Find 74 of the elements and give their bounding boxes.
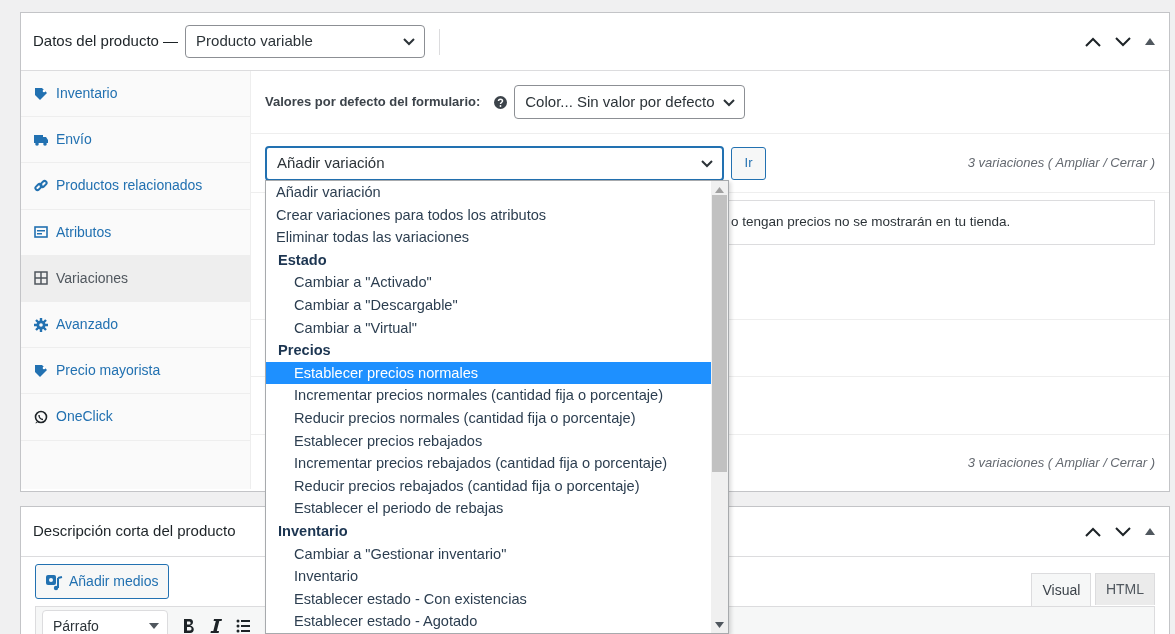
- sidebar-tab[interactable]: Avanzado: [21, 301, 250, 349]
- chevron-down-icon: [700, 158, 714, 168]
- expand-link[interactable]: Ampliar: [1055, 453, 1100, 473]
- editor-tab[interactable]: HTML: [1094, 573, 1155, 605]
- option-group-label: Estado: [277, 250, 328, 270]
- sidebar-tab[interactable]: Precio mayorista: [21, 348, 250, 395]
- link-text: ): [1150, 154, 1155, 173]
- chat-bubble-icon: [34, 409, 48, 424]
- variation-count: 3 variaciones: [967, 154, 1045, 173]
- link-text: /: [1103, 154, 1107, 173]
- dropdown-option[interactable]: Reducir precios normales (cantidad fija o porcentaje): [266, 406, 711, 430]
- dropdown-option[interactable]: Crear variaciones para todos los atributos: [266, 203, 711, 227]
- expand-link[interactable]: Ampliar: [1055, 153, 1100, 173]
- dropdown-option[interactable]: Cambiar a "Activado": [266, 271, 711, 294]
- dropdown-option[interactable]: Inventario: [266, 565, 711, 588]
- sidebar-tab[interactable]: Inventario: [21, 71, 250, 118]
- move-down-icon: [1115, 36, 1131, 47]
- scroll-down-icon: [715, 622, 724, 628]
- list-icon: [236, 619, 250, 633]
- scrollbar[interactable]: [711, 181, 728, 633]
- move-up-icon: [1085, 526, 1101, 537]
- dropdown-option[interactable]: Establecer precios rebajados: [266, 429, 711, 453]
- sidebar-tab[interactable]: Productos relacionados: [21, 163, 250, 210]
- dropdown-option[interactable]: Establecer el periodo de rebajas: [266, 497, 711, 520]
- sidebar-tab[interactable]: OneClick: [21, 394, 250, 441]
- caret-down-icon: [149, 623, 159, 629]
- italic-icon: [210, 618, 222, 634]
- variation-count: 3 variaciones: [967, 454, 1045, 473]
- dropdown-option[interactable]: Cambiar a "Virtual": [266, 316, 711, 340]
- panel-title: Descripción corta del producto: [33, 521, 236, 542]
- move-down-icon: [1115, 526, 1131, 537]
- option-group-label: Precios: [277, 341, 332, 361]
- gear-icon: [34, 317, 48, 332]
- bulk-action-select[interactable]: Añadir variación: [265, 145, 724, 181]
- link-text: (: [1047, 454, 1053, 473]
- dropdown-option[interactable]: Establecer estado - Con existencias: [266, 587, 711, 611]
- truck-icon: [34, 132, 48, 147]
- collapse-link[interactable]: Cerrar: [1110, 153, 1148, 173]
- link-text: (: [1047, 154, 1053, 173]
- dropdown-option[interactable]: Incrementar precios rebajados (cantidad fija o porcentaje): [266, 452, 711, 475]
- tag-icon: [34, 363, 48, 378]
- chevron-down-icon: [721, 97, 736, 107]
- editor-tab[interactable]: Visual: [1031, 573, 1092, 606]
- dropdown-option[interactable]: Cambiar a "Gestionar inventario": [266, 542, 711, 566]
- tag-icon: [34, 86, 48, 101]
- link-text: /: [1103, 454, 1107, 473]
- chevron-down-icon: [402, 37, 417, 46]
- move-up-icon: [1085, 36, 1101, 47]
- bold-icon: [182, 618, 196, 634]
- media-icon: [45, 572, 63, 591]
- dropdown-option[interactable]: Establecer estado - Agotado: [266, 610, 711, 633]
- grid-icon: [34, 271, 48, 286]
- add-media-button[interactable]: Añadir medios: [35, 564, 169, 599]
- product-type-select[interactable]: Producto variable: [185, 25, 426, 58]
- option-group-label: Inventario: [277, 521, 349, 541]
- go-button[interactable]: Ir: [731, 146, 766, 180]
- collapse-icon: [1145, 528, 1155, 535]
- panel-title: Datos del producto —: [33, 31, 179, 52]
- link-text: ): [1150, 454, 1155, 473]
- sidebar-tab[interactable]: Variaciones: [21, 255, 250, 302]
- field-label: Valores por defecto del formulario:: [265, 93, 481, 112]
- dropdown-option[interactable]: Reducir precios rebajados (cantidad fija o porcentaje): [266, 474, 711, 498]
- collapse-icon: [1145, 38, 1155, 45]
- card-icon: [34, 225, 48, 240]
- format-select[interactable]: Párrafo: [42, 610, 168, 634]
- link-icon: [34, 178, 48, 193]
- dropdown-option[interactable]: Cambiar a "Descargable": [266, 293, 711, 317]
- sidebar-tab[interactable]: Atributos: [21, 209, 250, 256]
- sidebar-tab[interactable]: Envío: [21, 117, 250, 164]
- collapse-link[interactable]: Cerrar: [1110, 453, 1148, 473]
- scroll-up-icon: [715, 187, 724, 193]
- help-icon: [494, 95, 508, 109]
- default-color-select[interactable]: Color... Sin valor por defecto: [514, 85, 745, 119]
- dropdown-option[interactable]: Incrementar precios normales (cantidad fija o porcentaje): [266, 384, 711, 407]
